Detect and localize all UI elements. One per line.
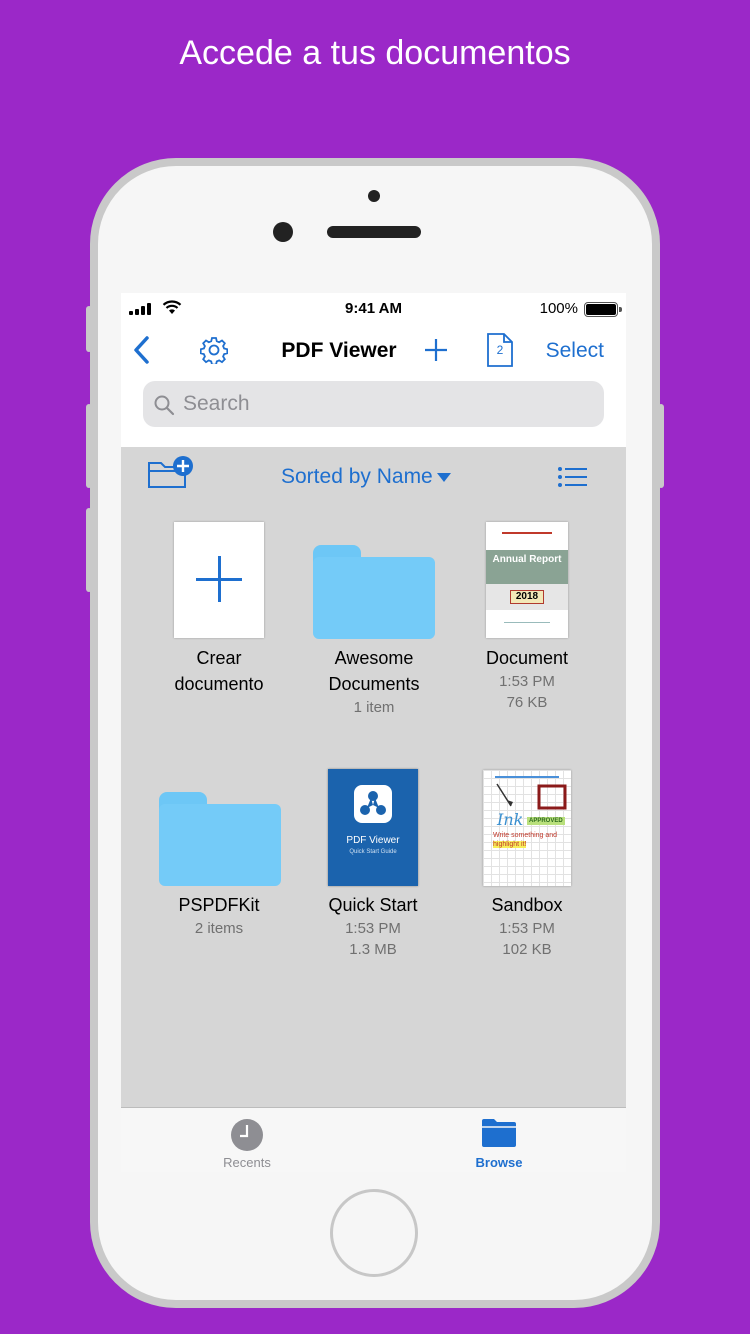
- item-modified-time: 1:53 PM: [499, 920, 555, 937]
- item-modified-time: 1:53 PM: [499, 673, 555, 690]
- thumbnail-year: 2018: [510, 590, 544, 604]
- status-bar: 9:41 AM 100%: [121, 293, 626, 323]
- pspdfkit-caption: PSPDFKit 2 items: [139, 892, 299, 939]
- item-file-size: 76 KB: [506, 694, 548, 711]
- item-name: Quick Start: [328, 895, 418, 915]
- item-name: Crear documento: [174, 648, 264, 694]
- item-name: PSPDFKit: [178, 895, 260, 915]
- thumbnail-subtitle: Quick Start Guide: [349, 849, 397, 855]
- annual-report-thumbnail: Annual Report 2018: [486, 522, 568, 638]
- select-button[interactable]: Select: [546, 339, 604, 363]
- item-count: 2 items: [194, 920, 244, 937]
- gear-icon[interactable]: [200, 336, 228, 364]
- document-count: 2: [496, 343, 504, 357]
- sandbox-caption: Sandbox 1:53 PM 102 KB: [447, 892, 607, 960]
- pdf-viewer-logo-icon: [354, 785, 392, 823]
- earpiece-speaker: [327, 226, 421, 238]
- folder-icon: [482, 1119, 516, 1147]
- thumbnail-line2: highlight it!: [493, 841, 527, 848]
- document-count-icon[interactable]: 2: [487, 333, 513, 367]
- item-modified-time: 1:53 PM: [345, 920, 401, 937]
- create-document-plus-icon[interactable]: [174, 522, 264, 638]
- quick-start-thumbnail: PDF Viewer Quick Start Guide: [328, 769, 418, 886]
- caret-down-icon: [436, 472, 451, 482]
- item-name: Document: [485, 648, 569, 668]
- sort-dropdown[interactable]: Sorted by Name: [281, 465, 451, 489]
- search-placeholder: Search: [183, 392, 250, 415]
- front-camera: [273, 222, 293, 242]
- awesome-documents-caption: Awesome Documents 1 item: [294, 645, 454, 718]
- thumbnail-ink: Ink: [497, 810, 524, 829]
- quick-start-caption: Quick Start 1:53 PM 1.3 MB: [293, 892, 453, 960]
- plus-icon[interactable]: [423, 337, 449, 363]
- item-name: Awesome Documents: [328, 648, 420, 694]
- folder-icon: [159, 792, 281, 886]
- thumbnail-line1: Write something and: [493, 832, 558, 839]
- clock-icon: [231, 1119, 263, 1151]
- item-count: 1 item: [353, 699, 395, 716]
- tab-label: Browse: [475, 1155, 523, 1170]
- back-chevron-icon[interactable]: [131, 335, 153, 365]
- list-view-icon[interactable]: [558, 466, 588, 488]
- search-icon: [154, 395, 175, 416]
- tab-recents[interactable]: Recents: [187, 1108, 307, 1172]
- sandbox-thumbnail: Ink APPROVED Write something and highlig…: [483, 770, 571, 886]
- tab-label: Recents: [223, 1155, 271, 1170]
- proximity-sensor: [368, 190, 380, 202]
- page-title: PDF Viewer: [281, 339, 397, 362]
- battery-icon: [584, 302, 622, 317]
- app-screen: 9:41 AM 100% PDF Viewer 2 Select Search …: [121, 293, 626, 1172]
- item-name: Sandbox: [491, 895, 563, 915]
- navigation-bar: PDF Viewer 2 Select: [121, 329, 626, 373]
- thumbnail-title: PDF Viewer: [346, 835, 400, 846]
- tab-bar: Recents Browse: [121, 1107, 626, 1172]
- item-file-size: 102 KB: [502, 941, 552, 958]
- sort-label: Sorted by Name: [281, 465, 433, 488]
- file-browser: Sorted by Name Crear documento Awesome D…: [121, 447, 626, 1107]
- thumbnail-approved-stamp: APPROVED: [527, 817, 565, 825]
- search-input[interactable]: Search: [143, 381, 604, 427]
- headline: Accede a tus documentos: [179, 34, 571, 72]
- battery-percentage: 100%: [539, 300, 578, 317]
- folder-icon: [313, 545, 435, 639]
- create-document-caption: Crear documento: [139, 645, 299, 697]
- browser-toolbar: Sorted by Name: [121, 447, 626, 509]
- new-folder-icon[interactable]: [147, 455, 195, 489]
- home-button[interactable]: [330, 1189, 418, 1277]
- thumbnail-title: Annual Report: [486, 550, 568, 584]
- tab-browse[interactable]: Browse: [439, 1108, 559, 1172]
- item-file-size: 1.3 MB: [349, 941, 397, 958]
- document-caption: Document 1:53 PM 76 KB: [447, 645, 607, 713]
